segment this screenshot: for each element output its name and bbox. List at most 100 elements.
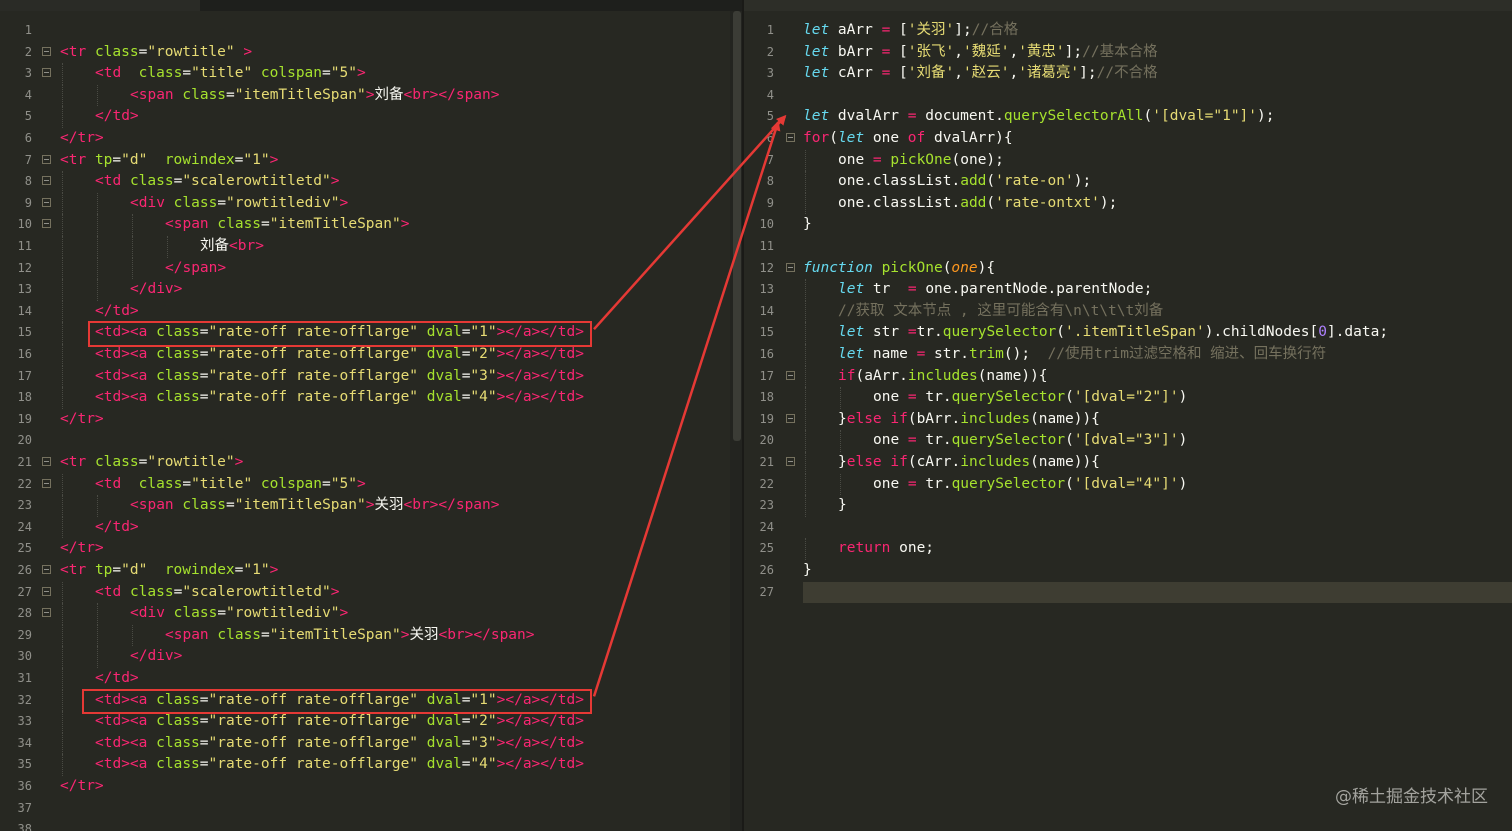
fold-toggle-icon[interactable] [42, 197, 51, 207]
fold-toggle-icon[interactable] [786, 133, 795, 142]
code-text: </span> [165, 258, 226, 280]
code-line[interactable]: 3 <td class="title" colspan="5"> [0, 63, 730, 85]
code-line[interactable]: 11 刘备<br> [0, 236, 730, 258]
code-token: ( [1065, 389, 1074, 406]
fold-toggle-icon[interactable] [42, 68, 51, 78]
tab-right-file[interactable] [744, 0, 1512, 11]
fold-toggle-icon[interactable] [786, 262, 795, 272]
code-line[interactable]: 27 <td class="scalerowtitletd"> [0, 581, 730, 604]
fold-toggle-icon[interactable] [42, 457, 51, 466]
right-editor-pane[interactable]: 1 let aArr = ['关羽'];//合格 2 let bArr = ['张飞'… [744, 11, 1512, 831]
code-line[interactable]: 21 <tr class="rowtitle"> [0, 452, 730, 474]
code-line[interactable]: 12 </span> [0, 257, 730, 280]
code-line[interactable]: 11 [744, 236, 1512, 258]
code-line[interactable]: 17 if(aArr.includes(name)){ [744, 365, 1512, 388]
fold-toggle-icon[interactable] [42, 565, 51, 574]
code-line[interactable]: 13 let tr = one.parentNode.parentNode; [744, 279, 1512, 301]
code-line[interactable]: 23} [744, 495, 1512, 517]
code-token: </span> [438, 86, 500, 103]
code-line[interactable]: 24 [744, 517, 1512, 539]
code-token: let [803, 22, 830, 38]
scrollbar-thumb[interactable] [733, 11, 741, 441]
code-line[interactable]: 9 <div class="rowtitlediv"> [0, 192, 730, 215]
fold-toggle-icon[interactable] [42, 46, 51, 56]
code-line[interactable]: 34 <td><a class="rate-off rate-offlarge" … [0, 732, 730, 755]
code-line[interactable]: 4 [744, 85, 1512, 107]
fold-toggle-icon[interactable] [786, 413, 795, 423]
line-number: 17 [759, 368, 774, 383]
line-number: 6 [766, 131, 774, 145]
fold-toggle-icon[interactable] [42, 219, 51, 229]
code-line[interactable]: 26 <tr tp="d" rowindex="1"> [0, 560, 730, 582]
code-line[interactable]: 19}else if(bArr.includes(name)){ [744, 408, 1512, 431]
code-line[interactable]: 8 <td class="scalerowtitletd"> [0, 171, 730, 193]
code-line[interactable]: 22 <td class="title" colspan="5"> [0, 473, 730, 496]
code-line[interactable]: 1 let aArr = ['关羽'];//合格 [744, 20, 1512, 42]
code-line[interactable]: 2 <tr class="rowtitle" > [0, 42, 730, 64]
code-line[interactable]: 13 </div> [0, 279, 730, 301]
code-text: one = tr.querySelector('[dval="3"]') [873, 430, 1187, 452]
code-text: <div class="rowtitlediv"> [130, 193, 348, 215]
code-line[interactable]: 6 for(let one of dvalArr){ [744, 128, 1512, 150]
code-line[interactable]: 4 <span class="itemTitleSpan">刘备<br></spa… [0, 84, 730, 107]
fold-toggle-icon[interactable] [42, 586, 51, 596]
code-line[interactable]: 30 </div> [0, 646, 730, 668]
code-line[interactable]: 38 [0, 819, 730, 831]
code-token: let [803, 65, 830, 82]
code-line[interactable]: 2 let bArr = ['张飞','魏延','黄忠'];//基本合格 [744, 42, 1512, 64]
code-line[interactable]: 23 <span class="itemTitleSpan">关羽<br></sp… [0, 495, 730, 517]
code-line[interactable]: 33 <td><a class="rate-off rate-offlarge" … [0, 711, 730, 733]
code-line[interactable]: 5 </td> [0, 106, 730, 128]
code-line[interactable]: 15 let str =tr.querySelector('.itemTitleS… [744, 322, 1512, 344]
code-line[interactable]: 25 </tr> [0, 538, 730, 560]
code-line[interactable]: 16 let name = str.trim(); //使用trim过滤空格和 缩… [744, 344, 1512, 366]
code-line[interactable]: 5 let dvalArr = document.querySelectorAll… [744, 106, 1512, 128]
code-line[interactable]: 22 one = tr.querySelector('[dval="4"]') [744, 473, 1512, 496]
code-text: } [838, 495, 847, 517]
code-line[interactable]: 17 <td><a class="rate-off rate-offlarge" … [0, 365, 730, 388]
code-line[interactable]: 1 [0, 20, 730, 42]
code-line[interactable]: 24 </td> [0, 516, 730, 539]
code-token: document. [916, 108, 1004, 125]
code-line[interactable]: 18 <td><a class="rate-off rate-offlarge" … [0, 387, 730, 409]
code-line[interactable]: 20 one = tr.querySelector('[dval="3"]') [744, 430, 1512, 452]
code-line[interactable]: 10} [744, 214, 1512, 236]
fold-toggle-icon[interactable] [42, 608, 51, 618]
fold-toggle-icon[interactable] [42, 176, 51, 186]
code-text: <td class="title" colspan="5"> [95, 63, 366, 85]
code-line[interactable]: 29 <span class="itemTitleSpan">关羽<br></sp… [0, 624, 730, 647]
code-line[interactable]: 9 one.classList.add('rate-ontxt'); [744, 192, 1512, 215]
code-line[interactable]: 20 [0, 430, 730, 452]
code-line[interactable]: 19 </tr> [0, 409, 730, 431]
fold-toggle-icon[interactable] [786, 370, 795, 380]
code-line[interactable]: 14 //获取 文本节点 , 这里可能含有\n\t\t\t刘备 [744, 300, 1512, 323]
code-line[interactable]: 36 </tr> [0, 776, 730, 798]
code-line[interactable]: 26} [744, 560, 1512, 582]
indent-guide [805, 322, 806, 344]
fold-toggle-icon[interactable] [42, 478, 51, 488]
code-line[interactable]: 31 </td> [0, 668, 730, 690]
code-line[interactable]: 16 <td><a class="rate-off rate-offlarge" … [0, 344, 730, 366]
code-line[interactable]: 28 <div class="rowtitlediv"> [0, 603, 730, 625]
code-text: </td> [95, 668, 139, 690]
code-line[interactable]: 7 <tr tp="d" rowindex="1"> [0, 150, 730, 172]
code-line[interactable]: 27 [744, 582, 1512, 604]
code-line[interactable]: 12 function pickOne(one){ [744, 258, 1512, 280]
tab-left-file[interactable] [0, 0, 200, 11]
code-line[interactable]: 18 one = tr.querySelector('[dval="2"]') [744, 387, 1512, 409]
code-line[interactable]: 3 let cArr = ['刘备','赵云','诸葛亮'];//不合格 [744, 63, 1512, 85]
code-line[interactable]: 35 <td><a class="rate-off rate-offlarge" … [0, 754, 730, 776]
code-token: </tr> [60, 778, 104, 794]
fold-toggle-icon[interactable] [786, 457, 795, 466]
code-token: class [156, 367, 200, 384]
code-line[interactable]: 6 </tr> [0, 128, 730, 150]
code-line[interactable]: 7 one = pickOne(one); [744, 149, 1512, 172]
code-line[interactable]: 37 [0, 798, 730, 820]
code-line[interactable]: 14 </td> [0, 300, 730, 323]
code-line[interactable]: 21}else if(cArr.includes(name)){ [744, 452, 1512, 474]
code-line[interactable]: 10 <span class="itemTitleSpan"> [0, 214, 730, 236]
code-token: dvalArr [829, 108, 908, 125]
fold-toggle-icon[interactable] [42, 154, 51, 164]
code-line[interactable]: 25 return one; [744, 538, 1512, 560]
code-line[interactable]: 8 one.classList.add('rate-on'); [744, 171, 1512, 193]
